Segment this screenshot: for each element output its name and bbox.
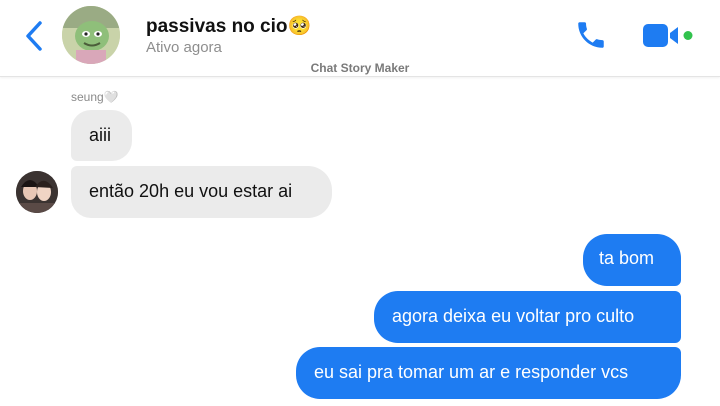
chat-title[interactable]: passivas no cio🥺: [146, 14, 311, 38]
message-bubble-incoming[interactable]: então 20h eu vou estar ai: [71, 166, 332, 218]
video-call-button[interactable]: [640, 20, 702, 52]
active-status: Ativo agora: [146, 39, 222, 56]
phone-icon: [578, 22, 604, 48]
video-camera-icon: [643, 24, 693, 47]
sender-avatar[interactable]: [16, 171, 58, 213]
back-button[interactable]: [20, 18, 48, 54]
message-bubble-outgoing[interactable]: agora deixa eu voltar pro culto: [374, 291, 681, 343]
sender-name: seung🤍: [71, 90, 119, 104]
message-bubble-incoming[interactable]: aiii: [71, 110, 132, 161]
call-button[interactable]: [574, 18, 608, 52]
chevron-left-icon: [26, 21, 42, 51]
message-bubble-outgoing[interactable]: eu sai pra tomar um ar e responder vcs: [296, 347, 681, 399]
chat-header: passivas no cio🥺 Ativo agora Chat Story …: [0, 0, 720, 77]
message-bubble-outgoing[interactable]: ta bom: [583, 234, 681, 286]
group-avatar[interactable]: [62, 6, 120, 64]
watermark: Chat Story Maker: [310, 61, 410, 75]
